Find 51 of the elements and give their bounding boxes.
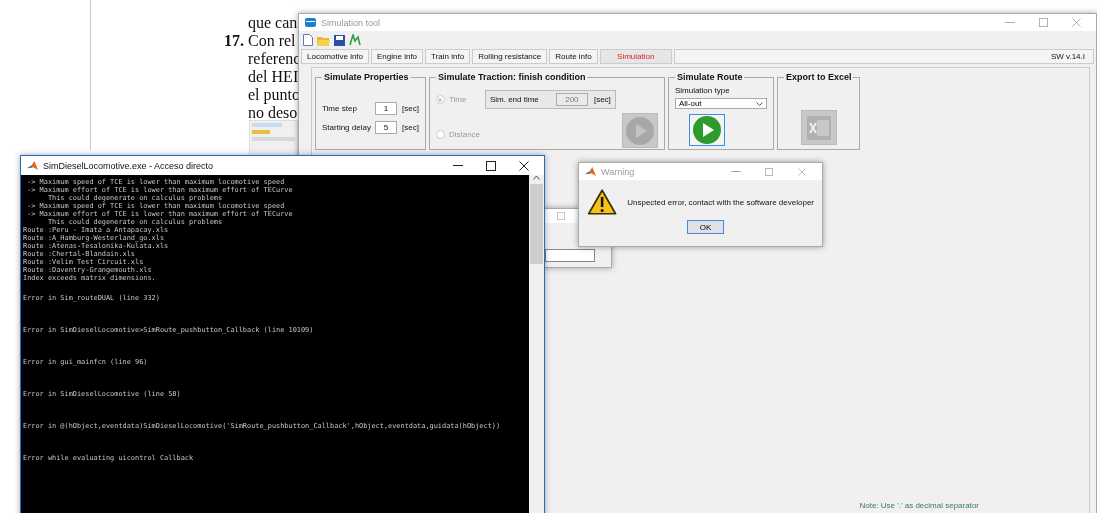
close-icon[interactable] [519, 160, 529, 171]
tab[interactable]: Locomotive info [301, 49, 370, 64]
tab[interactable]: Engine info [371, 49, 424, 64]
ok-button[interactable]: OK [687, 220, 724, 234]
tab[interactable]: Rolling resistance [472, 49, 548, 64]
scrollbar-thumb[interactable] [530, 184, 543, 264]
play-button[interactable] [688, 114, 725, 146]
chevron-icon [755, 101, 763, 106]
unit-label: [sec] [593, 95, 611, 104]
group-title: Simulate Properties [323, 72, 410, 82]
document-text: que can [248, 14, 298, 32]
peak-logo-icon [585, 166, 596, 177]
window-title: SimDieselLocomotive.exe - Acceso directo [43, 160, 215, 171]
dialog-title: Warning [601, 166, 636, 177]
tab[interactable]: Train info [425, 49, 471, 64]
version-label: SW v.14.I [1050, 52, 1085, 61]
document-text: 17. Con rel [224, 32, 296, 50]
dropdown[interactable]: All-out [674, 98, 767, 109]
play-icon [624, 115, 655, 146]
warning-message: Unspected error, contact with the software developer [627, 197, 814, 207]
note-text: Note: Use '.' as decimal separator [859, 501, 979, 510]
input-field[interactable] [545, 249, 595, 262]
window-title: Simulation tool [321, 17, 382, 28]
group-title: Simulate Traction: finish condition [436, 72, 587, 82]
document-text: del HEI [248, 68, 299, 86]
play-icon [691, 115, 722, 145]
peak-logo-icon [27, 160, 38, 171]
new-file-icon[interactable] [303, 34, 313, 46]
field-label: Time step [322, 104, 358, 113]
save-icon[interactable] [334, 34, 345, 46]
number-field[interactable]: 1 [375, 102, 397, 115]
field-label: Sim. end time [489, 95, 540, 104]
document-text: no deso [248, 104, 298, 122]
spreadsheet-icon [804, 113, 833, 142]
field-label: Simulation type [674, 86, 731, 95]
unit-label: [sec] [402, 104, 419, 113]
number-field[interactable]: 5 [375, 121, 397, 134]
scrollbar[interactable] [529, 175, 544, 513]
group-title: Simulate Route [675, 72, 744, 82]
unit-label: [sec] [402, 123, 419, 132]
maximize-icon[interactable] [486, 160, 496, 171]
tab[interactable]: Route info [549, 49, 598, 64]
group-title: Export to Excel [784, 72, 853, 82]
curve-icon[interactable] [349, 34, 361, 46]
tab[interactable]: Simulation [599, 49, 672, 64]
folder-icon[interactable] [317, 34, 330, 46]
scroll-up-icon[interactable] [533, 175, 540, 180]
warning-icon [587, 186, 618, 218]
document-text: referenc [248, 50, 301, 68]
field-label: Starting delay [322, 123, 370, 132]
app-icon [305, 18, 316, 27]
